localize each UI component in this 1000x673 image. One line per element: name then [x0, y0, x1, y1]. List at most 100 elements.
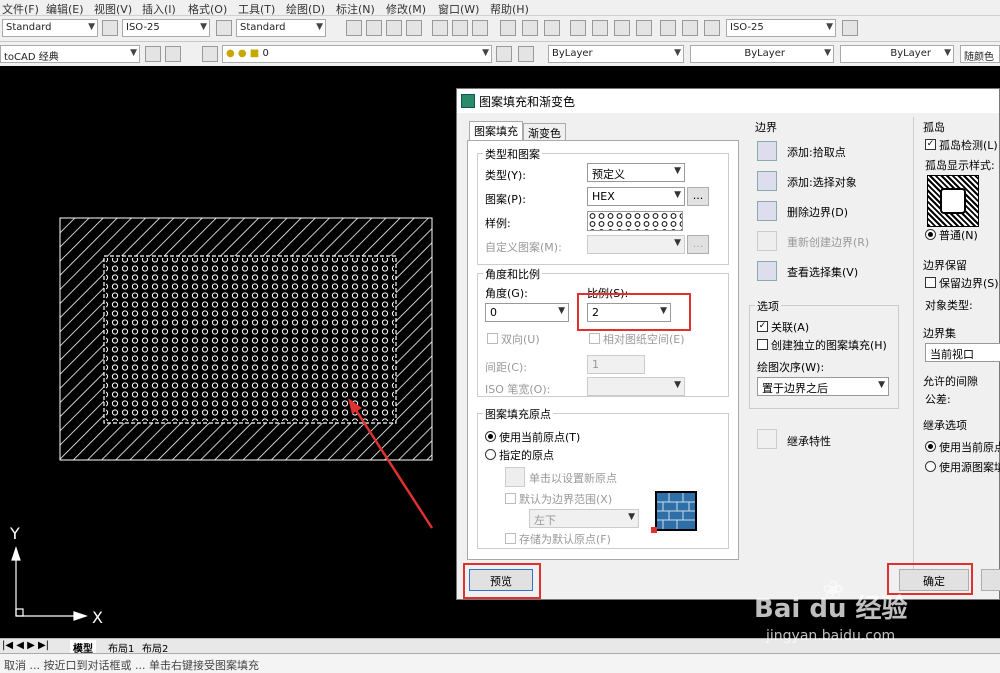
set-origin-icon[interactable] [505, 467, 525, 487]
dimedit-icon[interactable] [614, 20, 630, 36]
tolerance-label: 公差: [925, 393, 951, 406]
extent-value: 左下 [534, 514, 556, 527]
menu-edit[interactable]: 编辑(E) [46, 1, 84, 17]
tab-hatch[interactable]: 图案填充 [469, 121, 523, 141]
baseline-dim-icon[interactable] [522, 20, 538, 36]
menu-dimension[interactable]: 标注(N) [336, 1, 375, 17]
make-current-layer-icon[interactable] [496, 46, 512, 62]
dialog-titlebar[interactable]: 图案填充和渐变色 [457, 89, 999, 113]
lineweight-select[interactable]: ByLayer ▼ [840, 45, 954, 63]
plotstyle-select[interactable]: 随颜色 [960, 45, 1000, 63]
linear-dim-icon[interactable] [346, 20, 362, 36]
angle-select[interactable]: 0 ▼ [485, 303, 569, 322]
use-current-origin-radio[interactable] [485, 431, 496, 442]
default-extent-checkbox[interactable] [505, 493, 516, 504]
magnifier-icon[interactable] [757, 261, 777, 281]
spacing-input[interactable]: 1 [587, 355, 645, 374]
dim-style-select[interactable]: ISO-25 ▼ [122, 19, 210, 37]
menu-help[interactable]: 帮助(H) [490, 1, 529, 17]
use-source-origin-radio[interactable] [925, 461, 936, 472]
layer-previous-icon[interactable] [518, 46, 534, 62]
chevron-down-icon: ▼ [674, 166, 681, 176]
relative-paper-checkbox[interactable] [589, 333, 600, 344]
add-select-objects-button[interactable]: 添加:选择对象 [787, 174, 857, 190]
associative-checkbox[interactable]: ✓ [757, 321, 768, 332]
center-mark-icon[interactable] [592, 20, 608, 36]
remove-boundary-icon[interactable] [757, 201, 777, 221]
dimension-style-icon[interactable] [102, 20, 118, 36]
aligned-dim-icon[interactable] [366, 20, 382, 36]
boundary-heading: 边界 [755, 121, 777, 134]
type-select[interactable]: 预定义 ▼ [587, 163, 685, 182]
menu-format[interactable]: 格式(O) [188, 1, 227, 17]
boundary-set-select[interactable]: 当前视口 [925, 343, 1000, 362]
diameter-dim-icon[interactable] [452, 20, 468, 36]
menu-view[interactable]: 视图(V) [94, 1, 132, 17]
independent-hatch-checkbox[interactable] [757, 339, 768, 350]
tab-gradient[interactable]: 渐变色 [523, 123, 566, 140]
right-panel-divider [913, 117, 914, 569]
layer-manager-icon[interactable] [202, 46, 218, 62]
dim-update-icon[interactable] [660, 20, 676, 36]
sample-swatch[interactable] [587, 211, 683, 231]
cancel-button[interactable] [981, 569, 1000, 591]
linetype-select[interactable]: ByLayer ▼ [690, 45, 834, 63]
table-style-select[interactable]: Standard ▼ [236, 19, 326, 37]
tolerance-icon[interactable] [570, 20, 586, 36]
use-current-origin-inherit-radio[interactable] [925, 441, 936, 452]
inherit-properties-button[interactable]: 继承特性 [787, 433, 831, 449]
island-normal-preview-icon[interactable] [927, 175, 979, 227]
command-line[interactable]: 取消 ... 按近口到对话框或 ... 单击右键接受图案填充 [0, 653, 1000, 673]
gap-heading: 允许的间隙 [923, 375, 978, 388]
iso-pen-select[interactable]: ▼ [587, 377, 685, 396]
color-select[interactable]: ByLayer ▼ [548, 45, 684, 63]
layer-select[interactable]: ● ● ■ 0 ▼ [222, 45, 492, 63]
dim-style-manager-icon[interactable] [704, 20, 720, 36]
menu-modify[interactable]: 修改(M) [386, 1, 426, 17]
menu-insert[interactable]: 插入(I) [142, 1, 176, 17]
menu-tools[interactable]: 工具(T) [238, 1, 275, 17]
pattern-browse-button[interactable]: ... [687, 187, 709, 206]
workspace-settings-icon[interactable] [145, 46, 161, 62]
extent-select[interactable]: 左下 ▼ [529, 509, 639, 528]
chevron-down-icon: ▼ [824, 48, 831, 58]
tab-nav-arrows[interactable]: |◀ ◀ ▶ ▶| [2, 640, 49, 651]
add-pick-points-button[interactable]: 添加:拾取点 [787, 144, 846, 160]
ordinate-dim-icon[interactable] [406, 20, 422, 36]
menu-window[interactable]: 窗口(W) [438, 1, 479, 17]
dim-style-icon[interactable] [842, 20, 858, 36]
inherit-properties-icon[interactable] [757, 429, 777, 449]
workspace-select[interactable]: toCAD 经典 ▼ [0, 45, 140, 63]
view-selections-button[interactable]: 查看选择集(V) [787, 264, 858, 280]
use-source-origin-label: 使用源图案填 [939, 461, 1000, 474]
mleader-style-icon[interactable] [682, 20, 698, 36]
recreate-boundary-button[interactable]: 重新创建边界(R) [787, 234, 869, 250]
pattern-select[interactable]: HEX ▼ [587, 187, 685, 206]
menu-file[interactable]: 文件(F) [2, 1, 39, 17]
remove-boundary-button[interactable]: 删除边界(D) [787, 204, 848, 220]
arc-dim-icon[interactable] [386, 20, 402, 36]
specified-origin-radio[interactable] [485, 449, 496, 460]
add-pick-points-icon[interactable] [757, 141, 777, 161]
radius-dim-icon[interactable] [432, 20, 448, 36]
linetype-value: ByLayer [744, 48, 785, 59]
island-normal-radio[interactable] [925, 229, 936, 240]
table-style-icon[interactable] [216, 20, 232, 36]
mleader-style-select[interactable]: ISO-25 ▼ [726, 19, 836, 37]
dimtedit-icon[interactable] [636, 20, 652, 36]
quick-dim-icon[interactable] [500, 20, 516, 36]
continue-dim-icon[interactable] [544, 20, 560, 36]
double-checkbox[interactable] [487, 333, 498, 344]
text-style-select[interactable]: Standard ▼ [2, 19, 98, 37]
menu-draw[interactable]: 绘图(D) [286, 1, 325, 17]
custom-pattern-select[interactable]: ▼ [587, 235, 685, 254]
angular-dim-icon[interactable] [472, 20, 488, 36]
island-detect-checkbox[interactable]: ✓ [925, 139, 936, 150]
recreate-boundary-icon[interactable] [757, 231, 777, 251]
custom-browse-button[interactable]: ... [687, 235, 709, 254]
save-workspace-icon[interactable] [165, 46, 181, 62]
add-select-objects-icon[interactable] [757, 171, 777, 191]
retain-boundary-checkbox[interactable] [925, 277, 936, 288]
store-default-origin-checkbox[interactable] [505, 533, 516, 544]
draw-order-select[interactable]: 置于边界之后 ▼ [757, 377, 889, 396]
